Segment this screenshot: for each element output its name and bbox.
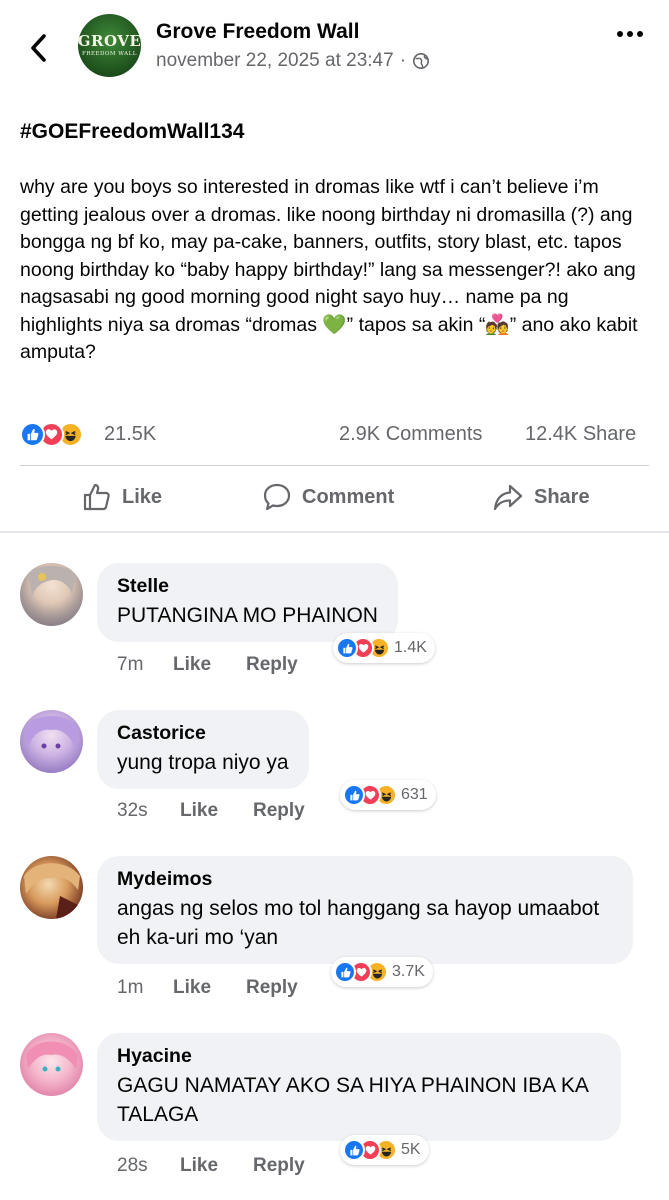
comment-time: 1m — [117, 977, 144, 998]
comment-bubble[interactable]: Hyacine GAGU NAMATAY AKO SA HIYA PHAINON… — [97, 1033, 621, 1141]
comment-meta: 1m Like Reply — [117, 977, 298, 999]
comment-bubble[interactable]: Mydeimos angas ng selos mo tol hanggang … — [97, 856, 633, 964]
shares-count[interactable]: 12.4K Share — [525, 423, 636, 446]
comment-reactions[interactable]: 631 — [340, 780, 436, 810]
reaction-count: 631 — [401, 786, 428, 803]
logo-subtext: FREEDOM WALL — [82, 51, 137, 57]
comment-bubble[interactable]: Castorice yung tropa niyo ya — [97, 710, 309, 789]
reaction-count: 3.7K — [392, 963, 425, 980]
dot — [617, 31, 623, 37]
commenter-name[interactable]: Stelle — [117, 573, 378, 599]
post-text-part: ” tapos sa akin “ — [346, 313, 486, 336]
reaction-count: 1.4K — [394, 639, 427, 656]
meta-separator: · — [399, 50, 407, 71]
comment-reply-button[interactable]: Reply — [253, 800, 305, 822]
post-stats: 21.5K 2.9K Comments 12.4K Share — [20, 420, 650, 450]
comment-reactions[interactable]: 5K — [340, 1135, 429, 1165]
post-meta: november 22, 2025 at 23:47 · — [156, 50, 430, 72]
post-actions: Like Comment Share — [0, 470, 669, 530]
post-text: why are you boys so interested in dromas… — [20, 174, 650, 367]
thumbs-up-icon — [83, 483, 110, 511]
comment-text: yung tropa niyo ya — [117, 751, 289, 774]
reaction-count: 5K — [401, 1141, 421, 1158]
comment-reactions[interactable]: 3.7K — [331, 957, 433, 987]
logo-text: GROVE — [78, 32, 141, 50]
like-reaction-icon — [334, 961, 356, 983]
divider — [20, 465, 649, 466]
comment-button[interactable]: Comment — [262, 482, 669, 512]
comment-bubble[interactable]: Stelle PUTANGINA MO PHAINON — [97, 563, 398, 642]
commenter-avatar[interactable] — [20, 710, 83, 773]
comments-count[interactable]: 2.9K Comments — [339, 423, 482, 446]
comment-reactions[interactable]: 1.4K — [333, 633, 435, 663]
post-header: GROVE FREEDOM WALL Grove Freedom Wall no… — [0, 0, 669, 90]
comment-bubble-icon — [263, 483, 291, 511]
comment-like-button[interactable]: Like — [173, 654, 246, 676]
comment-like-button[interactable]: Like — [180, 1155, 253, 1177]
comment-time: 7m — [117, 654, 144, 675]
commenter-avatar[interactable] — [20, 563, 83, 626]
globe-icon — [413, 52, 430, 70]
comment-label: Comment — [302, 485, 395, 508]
more-options-button[interactable] — [613, 24, 647, 44]
dot — [637, 31, 643, 37]
dot — [627, 31, 633, 37]
like-reaction-icon — [343, 784, 365, 806]
comment-time: 32s — [117, 800, 148, 821]
reaction-count[interactable]: 21.5K — [104, 423, 156, 446]
like-button[interactable]: Like — [82, 482, 162, 512]
like-reaction-icon — [20, 422, 45, 447]
page-avatar[interactable]: GROVE FREEDOM WALL — [78, 14, 141, 77]
chevron-left-icon — [31, 34, 46, 62]
share-arrow-icon — [493, 484, 523, 511]
comment-reply-button[interactable]: Reply — [253, 1155, 305, 1177]
comment-meta: 32s Like Reply — [117, 800, 305, 822]
comment-text: GAGU NAMATAY AKO SA HIYA PHAINON IBA KA … — [117, 1074, 588, 1126]
post-timestamp[interactable]: november 22, 2025 at 23:47 — [156, 50, 394, 72]
comment-meta: 7m Like Reply — [117, 654, 298, 676]
like-reaction-icon — [343, 1139, 365, 1161]
commenter-avatar[interactable] — [20, 856, 83, 919]
comment-like-button[interactable]: Like — [173, 977, 246, 999]
page-name[interactable]: Grove Freedom Wall — [156, 20, 359, 44]
back-button[interactable] — [22, 28, 56, 68]
like-label: Like — [122, 485, 163, 508]
comment-like-button[interactable]: Like — [180, 800, 253, 822]
couple-emoji: 💑 — [485, 313, 510, 336]
comment-meta: 28s Like Reply — [117, 1155, 305, 1177]
comment-time: 28s — [117, 1155, 148, 1176]
like-reaction-icon — [336, 637, 358, 659]
commenter-name[interactable]: Mydeimos — [117, 866, 613, 892]
comment-text: PUTANGINA MO PHAINON — [117, 604, 378, 627]
post-text-part: why are you boys so interested in dromas… — [20, 176, 636, 336]
comment-reply-button[interactable]: Reply — [246, 654, 298, 676]
commenter-name[interactable]: Castorice — [117, 720, 289, 746]
commenter-avatar[interactable] — [20, 1033, 83, 1096]
post-hashtag[interactable]: #GOEFreedomWall134 — [20, 120, 244, 144]
comment-reply-button[interactable]: Reply — [246, 977, 298, 999]
share-label: Share — [534, 485, 590, 508]
section-divider — [0, 531, 669, 533]
green-heart-emoji: 💚 — [322, 313, 347, 336]
comment-text: angas ng selos mo tol hanggang sa hayop … — [117, 897, 600, 949]
commenter-name[interactable]: Hyacine — [117, 1043, 601, 1069]
reaction-icons[interactable] — [20, 422, 83, 447]
share-button[interactable]: Share — [492, 482, 590, 512]
